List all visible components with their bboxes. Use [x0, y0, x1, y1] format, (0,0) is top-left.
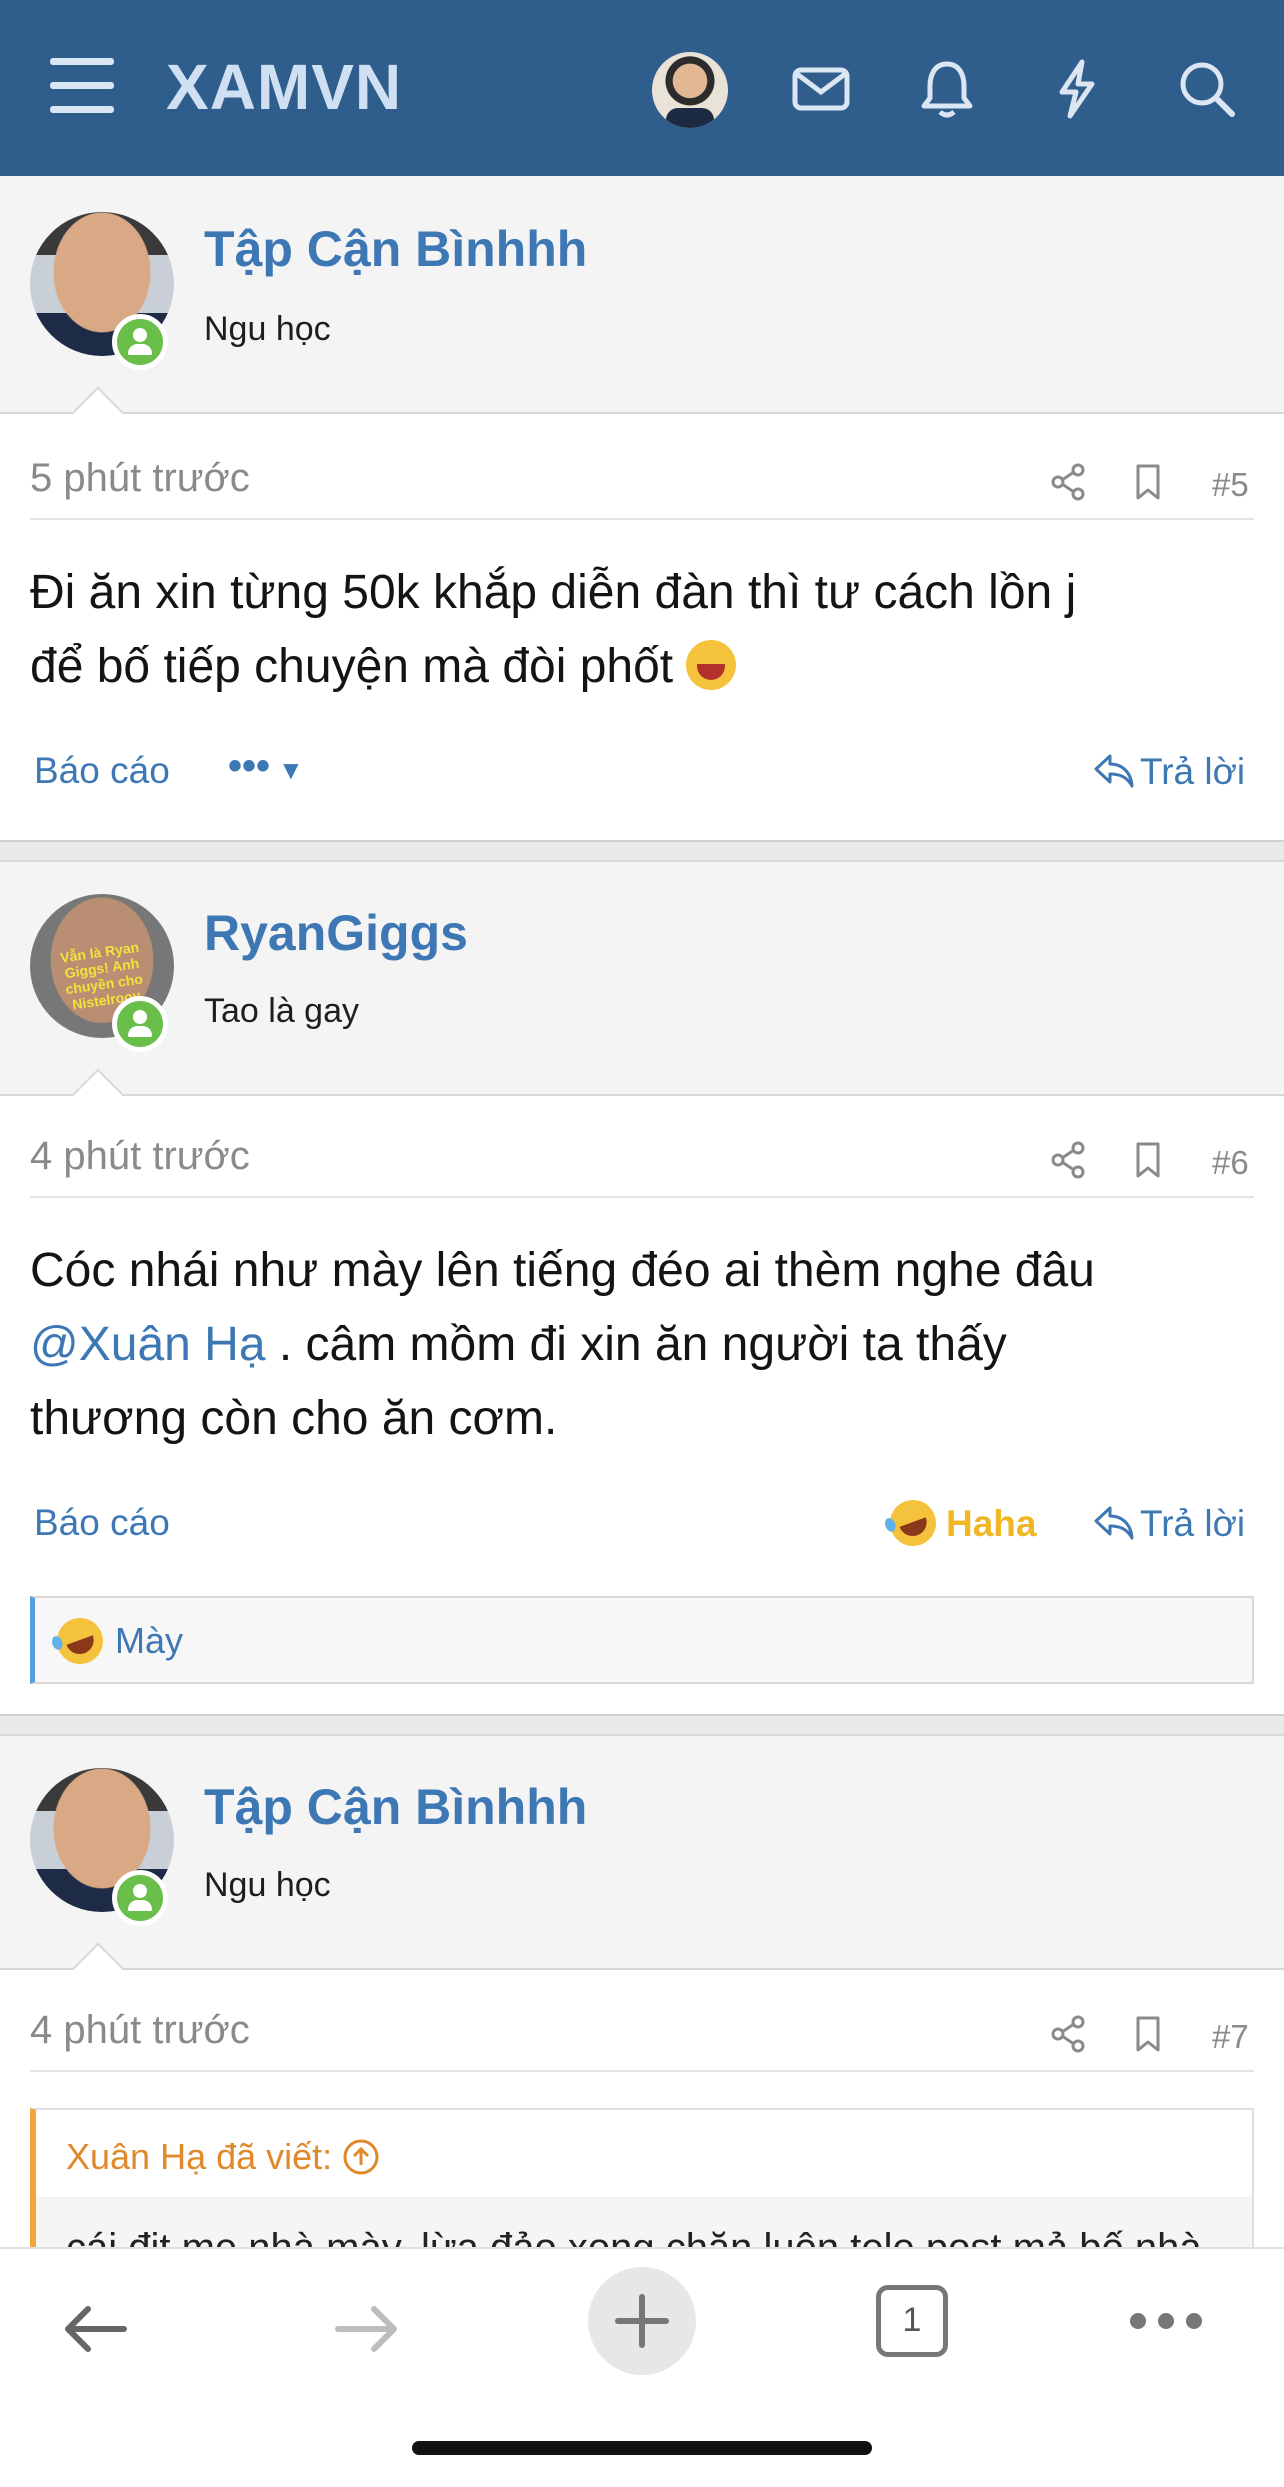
- more-menu-icon[interactable]: [1130, 2313, 1214, 2334]
- reply-icon: [1094, 1506, 1134, 1540]
- post-author-header: Tập Cận Bìnhhh Ngu học: [0, 176, 1284, 412]
- more-dots: •••: [228, 744, 271, 788]
- divider: [30, 1196, 1254, 1198]
- user-title: Ngu học: [204, 310, 331, 348]
- site-logo[interactable]: XAMVN: [166, 50, 402, 124]
- message-line: thương còn cho ăn cơm.: [30, 1392, 558, 1445]
- user-title: Tao là gay: [204, 992, 359, 1030]
- post-author-header: Tập Cận Bìnhhh Ngu học: [0, 1736, 1284, 1968]
- new-tab-button[interactable]: [588, 2267, 696, 2375]
- share-icon[interactable]: [1048, 1140, 1088, 1180]
- share-icon[interactable]: [1048, 462, 1088, 502]
- laughing-emoji-icon: [686, 640, 737, 690]
- reacted-by-link[interactable]: Mày: [115, 1620, 183, 1662]
- laughing-emoji-icon: [50, 1611, 110, 1671]
- divider: [30, 518, 1254, 520]
- arrow-up-circle-icon: [343, 2139, 379, 2175]
- reply-label: Trả lời: [1140, 1503, 1246, 1544]
- envelope-icon[interactable]: [786, 54, 856, 124]
- reply-label: Trả lời: [1140, 751, 1246, 792]
- user-mention-link[interactable]: @Xuân Hạ: [30, 1318, 266, 1371]
- post-time[interactable]: 4 phút trước: [30, 1134, 250, 1179]
- bolt-icon[interactable]: [1042, 54, 1112, 124]
- message-line: @Xuân Hạ . câm mồm đi xin ăn người ta th…: [30, 1308, 1260, 1382]
- bookmark-icon[interactable]: [1128, 462, 1168, 502]
- post-time[interactable]: 5 phút trước: [30, 456, 250, 501]
- reply-button[interactable]: Trả lời: [1092, 750, 1245, 793]
- online-status-icon: [112, 996, 168, 1052]
- chevron-down-icon: ▼: [278, 755, 304, 785]
- reactions-bar[interactable]: Mày: [30, 1596, 1254, 1684]
- share-icon[interactable]: [1048, 2014, 1088, 2054]
- plus-icon: [615, 2294, 669, 2348]
- laughing-emoji-icon: [883, 1493, 943, 1553]
- forward-arrow-icon[interactable]: [330, 2289, 404, 2369]
- post-body: 4 phút trước #6 Cóc nhái như mày lên tiế…: [0, 1068, 1284, 1714]
- post-number[interactable]: #6: [1212, 1144, 1249, 1182]
- post-body: 5 phút trước #5 Đi ăn xin từng 50k khắp …: [0, 386, 1284, 840]
- more-options-button[interactable]: ••• ▼: [228, 744, 304, 789]
- post-time[interactable]: 4 phút trước: [30, 2008, 250, 2053]
- account-avatar[interactable]: [652, 52, 728, 128]
- username[interactable]: Tập Cận Bìnhhh: [204, 1778, 587, 1836]
- reaction-haha-button[interactable]: Haha: [883, 1493, 1037, 1553]
- search-icon[interactable]: [1172, 54, 1242, 124]
- report-link[interactable]: Báo cáo: [34, 1502, 170, 1544]
- post-author-header: Vẫn là Ryan Giggs! Anh chuyền cho Nistel…: [0, 862, 1284, 1094]
- post-message: Cóc nhái như mày lên tiếng đéo ai thèm n…: [30, 1234, 1260, 1456]
- online-status-icon: [112, 1870, 168, 1926]
- bookmark-icon[interactable]: [1128, 1140, 1168, 1180]
- back-arrow-icon[interactable]: [58, 2289, 132, 2369]
- report-link[interactable]: Báo cáo: [34, 750, 170, 792]
- post-separator: [0, 1714, 1284, 1736]
- reaction-label: Haha: [946, 1503, 1037, 1544]
- post-body: 4 phút trước #7 Xuân Hạ đã viết: cái địt…: [0, 1942, 1284, 2308]
- post-separator: [0, 840, 1284, 862]
- post-message: Đi ăn xin từng 50k khắp diễn đàn thì tư …: [30, 556, 1260, 704]
- home-indicator[interactable]: [412, 2441, 872, 2455]
- post-number[interactable]: #7: [1212, 2018, 1249, 2056]
- online-status-icon: [112, 314, 168, 370]
- message-text: . câm mồm đi xin ăn người ta thấy: [265, 1318, 1007, 1371]
- message-text: để bố tiếp chuyện mà đòi phốt: [30, 640, 674, 693]
- top-navigation-bar: XAMVN: [0, 0, 1284, 176]
- user-title: Ngu học: [204, 1866, 331, 1904]
- post-number[interactable]: #5: [1212, 466, 1249, 504]
- message-line: Cóc nhái như mày lên tiếng đéo ai thèm n…: [30, 1244, 1095, 1297]
- reply-icon: [1094, 754, 1134, 788]
- quote-author: Xuân Hạ đã viết:: [66, 2136, 333, 2177]
- username[interactable]: RyanGiggs: [204, 904, 468, 962]
- quote-author-link[interactable]: Xuân Hạ đã viết:: [66, 2136, 380, 2178]
- bell-icon[interactable]: [912, 54, 982, 124]
- tabs-button[interactable]: 1: [876, 2285, 948, 2357]
- hamburger-menu-icon[interactable]: [50, 58, 114, 116]
- username[interactable]: Tập Cận Bìnhhh: [204, 220, 587, 278]
- bookmark-icon[interactable]: [1128, 2014, 1168, 2054]
- reply-button[interactable]: Trả lời: [1092, 1502, 1245, 1545]
- message-line: Đi ăn xin từng 50k khắp diễn đàn thì tư …: [30, 566, 1077, 619]
- divider: [30, 2070, 1254, 2072]
- message-line: để bố tiếp chuyện mà đòi phốt: [30, 630, 1260, 704]
